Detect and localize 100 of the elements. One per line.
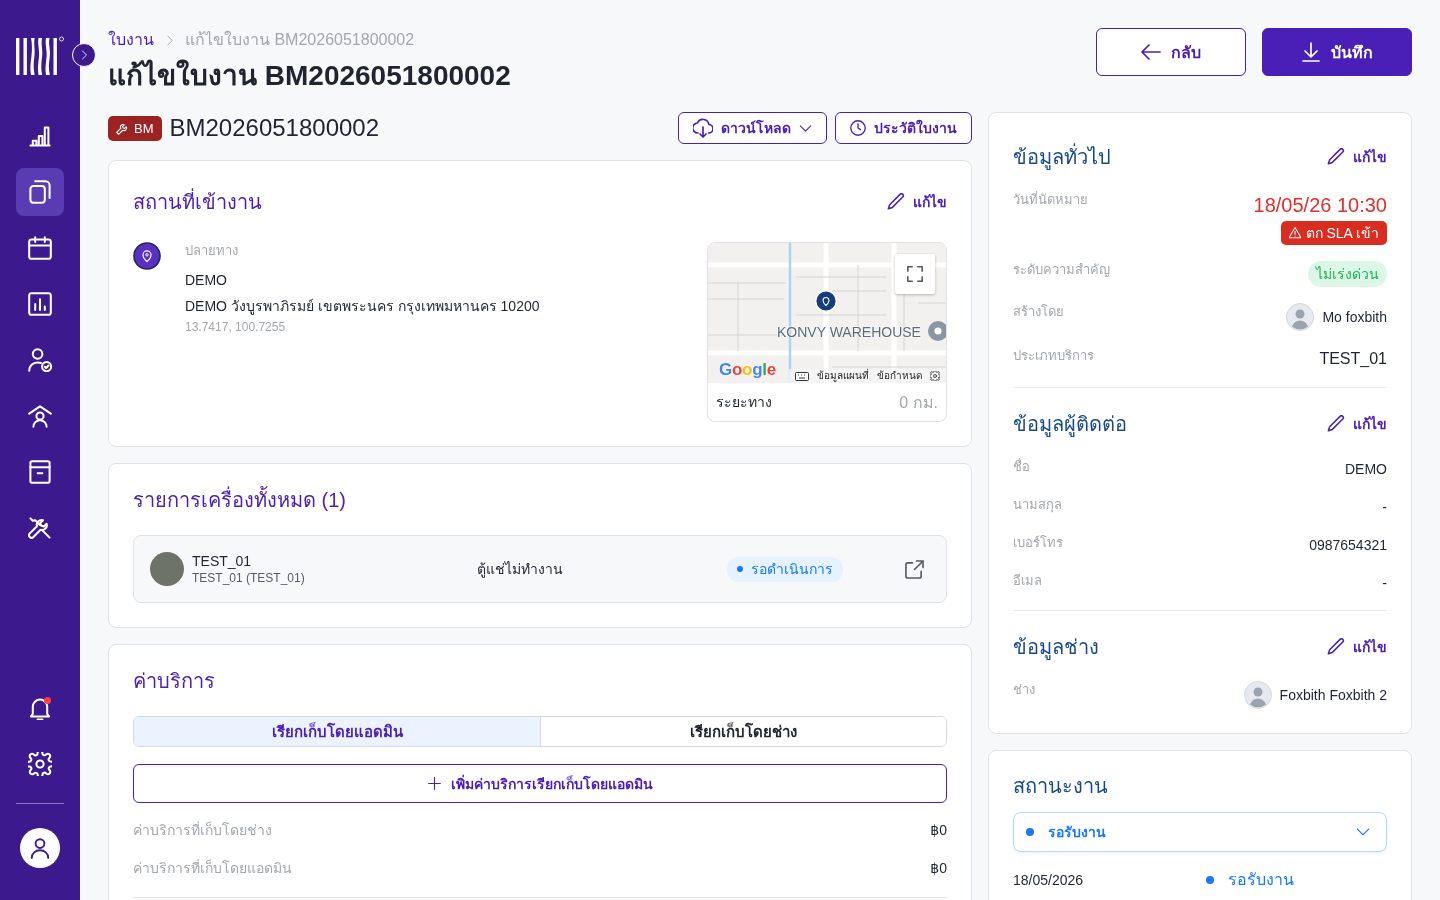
device-name: TEST_01 [192,552,252,570]
gear-icon [930,371,940,381]
distance-label: ระยะทาง [716,393,772,412]
card-title: สถานะงาน [1013,774,1109,799]
tab[interactable]: เรียกเก็บโดยแอดมิน [134,717,540,746]
distance-value: 0 กม. [899,392,938,413]
section-title: ข้อมูลช่าง [1013,635,1099,662]
pencil-icon [1327,638,1345,656]
section-title: ข้อมูลทั่วไป [1013,142,1111,172]
field-value: DEMO [1345,460,1387,479]
edit-button[interactable]: แก้ไข [1327,637,1387,657]
nav-button[interactable] [16,168,64,216]
collapse-button[interactable] [72,43,96,67]
status-select[interactable]: รอรับงาน [1013,812,1387,852]
field-label: สร้างโดย [1013,303,1064,321]
job-type-label: BM [134,120,154,136]
field-label: ช่าง [1013,681,1035,699]
bell-icon [28,696,52,720]
photo-placeholder [150,552,184,586]
clock-icon [850,120,866,136]
breadcrumb-link[interactable]: ใบงาน [108,28,154,52]
charge-amount: ฿0 [930,822,947,838]
download-icon [1301,42,1321,62]
history-status: รอรับงาน [1228,870,1295,890]
field-value: 0987654321 [1309,536,1387,555]
card-title: สถานที่เข้างาน [133,187,262,217]
card-title: ค่าบริการ [133,669,216,694]
field-label: ระดับความสำคัญ [1013,261,1110,279]
history-button[interactable]: ประวัติใบงาน [835,112,972,144]
job-number: BM2026051800002 [169,114,380,142]
fullscreen-button[interactable] [895,254,935,294]
sla-alert-text: ตก SLA เข้า [1305,224,1379,243]
field-label: อีเมล [1013,572,1042,590]
back-button[interactable]: กลับ [1096,28,1246,76]
plus-icon [427,777,441,790]
field-value: - [1382,574,1387,593]
user-house-icon [28,404,52,428]
map-place-label: KONVY WAREHOUSE [777,323,921,341]
person-name: Foxbith Foxbith 2 [1279,687,1387,703]
open-link-button[interactable] [905,559,924,579]
location-label: ปลายทาง [185,242,238,260]
user-avatar-icon [1286,303,1315,331]
documents-icon [28,180,52,204]
cloud-download-icon [693,118,713,138]
external-link-icon [905,559,924,579]
location-coordinates: 13.7417, 100.7255 [185,319,286,335]
wrench-icon [116,121,129,135]
arrow-left-icon [1141,42,1161,62]
save-button[interactable]: บันทึก [1262,28,1412,76]
pencil-icon [1327,415,1345,433]
field-label: นามสกุล [1013,496,1062,514]
map-link[interactable]: ข้อมูลแผนที่ [817,369,869,383]
map-marker-icon [815,290,837,312]
profile-button[interactable] [20,828,60,868]
charge-label: ค่าบริการที่เก็บโดยช่าง [133,820,272,840]
settings-icon [28,752,52,776]
user-avatar-icon [1243,681,1272,709]
field-label: วันที่นัดหมาย [1013,191,1088,209]
fullscreen-icon [906,265,924,283]
appointment-datetime: 18/05/26 10:30 [1253,193,1387,218]
charge-amount: ฿0 [930,860,947,876]
charge-label: ค่าบริการที่เก็บโดยแอดมิน [133,858,292,878]
chevron-right-icon [79,50,89,60]
priority-chip: ไม่เร่งด่วน [1308,261,1387,287]
section-title: ข้อมูลผู้ติดต่อ [1013,412,1127,439]
device-problem: ตู้แช่ไม่ทำงาน [477,560,563,580]
archive-icon [28,460,52,484]
location-address: DEMO วังบูรพาภิรมย์ เขตพระนคร กรุงเทพมหานคร 10200 [185,297,540,316]
edit-button[interactable]: แก้ไข [1327,414,1387,434]
chevron-right-icon [164,34,175,46]
warning-icon [1288,227,1301,239]
report-icon [28,292,52,316]
field-label: ชื่อ [1013,458,1030,476]
add-charge-button[interactable]: เพิ่มค่าบริการเรียกเก็บโดยแอดมิน [133,764,947,803]
user-icon [29,837,51,859]
tab[interactable]: เรียกเก็บโดยช่าง [540,717,946,746]
pencil-icon [1327,148,1345,166]
calendar-icon [28,236,52,260]
edit-button[interactable]: แก้ไข [1327,147,1387,167]
brand-logo [16,36,64,76]
history-date: 18/05/2026 [1013,871,1085,888]
edit-button[interactable]: แก้ไข [887,192,947,212]
status-text: รอดำเนินการ [751,560,833,579]
breadcrumb-current: แก้ไขใบงาน BM2026051800002 [185,29,415,50]
map-logo: Google [719,360,776,380]
pencil-icon [887,193,905,211]
field-value: TEST_01 [1319,349,1387,369]
tools-icon [28,516,52,540]
download-button[interactable]: ดาวน์โหลด [678,112,827,144]
field-label: ประเภทบริการ [1013,347,1094,365]
device-detail: TEST_01 (TEST_01) [192,570,305,586]
location-name: DEMO [185,271,227,290]
field-label: เบอร์โทร [1013,534,1063,552]
user-check-icon [28,348,52,372]
field-value: - [1382,498,1387,517]
page-title: แก้ไขใบงาน BM2026051800002 [108,58,511,93]
bar-chart-icon [28,124,52,148]
card-title: รายการเครื่องทั้งหมด (1) [133,483,947,517]
location-pin-icon [133,242,161,270]
map-link[interactable]: ข้อกำหนด [877,369,922,383]
